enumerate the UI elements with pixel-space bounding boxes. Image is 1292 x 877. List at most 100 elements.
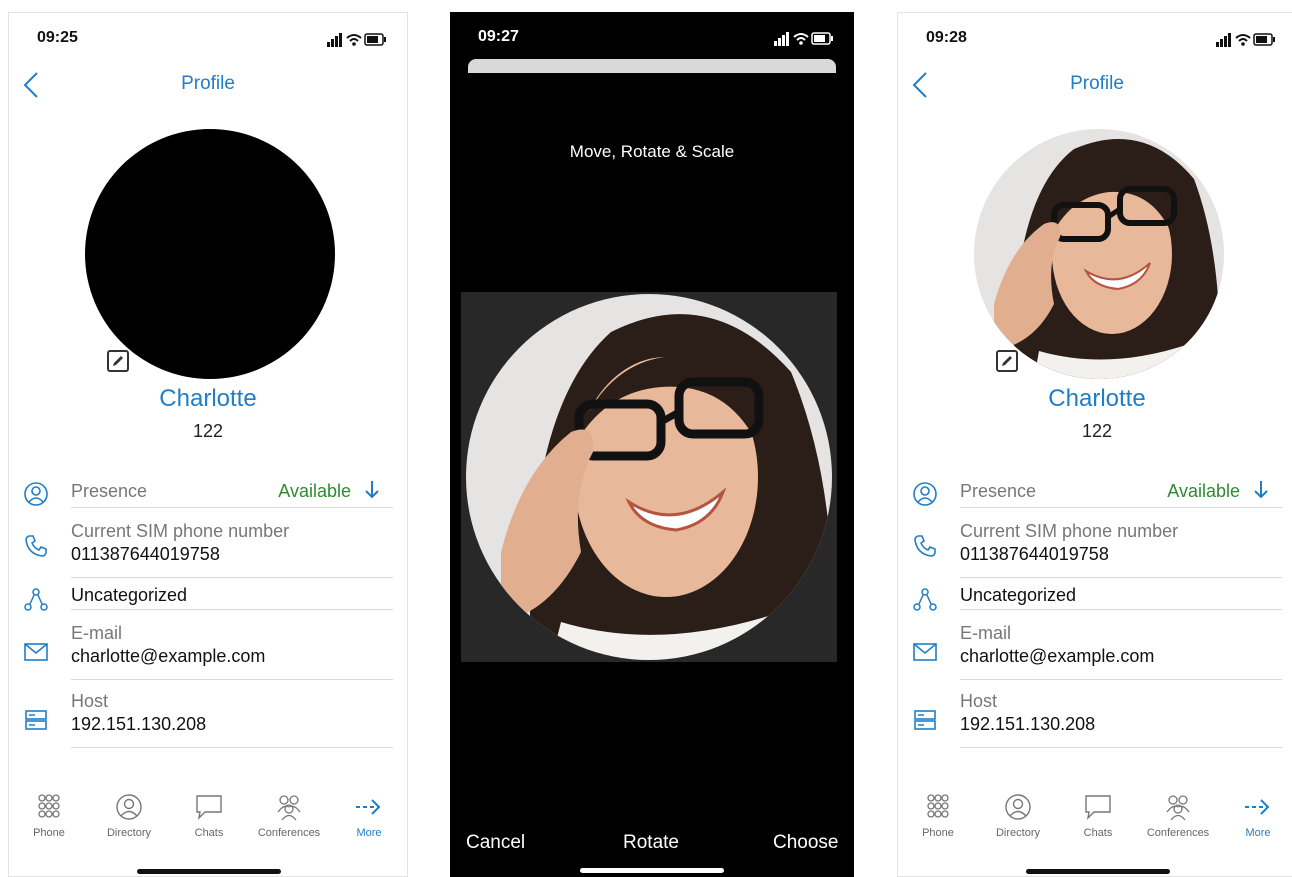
avatar[interactable] (85, 129, 335, 379)
down-arrow-icon[interactable] (1252, 479, 1270, 501)
email-label: E-mail (960, 623, 1012, 643)
tab-label: Directory (995, 827, 1040, 839)
presence-person-icon (24, 482, 48, 506)
tab-label: Conferences (257, 827, 321, 839)
host-label: Host (960, 691, 998, 711)
tab-conferences[interactable]: Conferences (1138, 793, 1218, 839)
category-value: Uncategorized (960, 585, 1077, 605)
conferences-icon (277, 795, 301, 821)
presence-row[interactable]: Presence Available (960, 481, 1282, 508)
status-icons (1216, 33, 1275, 47)
tab-phone[interactable]: Phone (9, 793, 89, 839)
sheet-edge (468, 59, 836, 73)
sim-value: 011387644019758 (71, 544, 220, 564)
tab-label: Chats (1083, 827, 1113, 839)
home-indicator (137, 869, 281, 874)
contact-name: Charlotte (159, 385, 257, 412)
envelope-icon (913, 643, 937, 661)
presence-value: Available (278, 481, 351, 501)
tab-label: Phone (922, 827, 954, 839)
more-arrow-icon (356, 799, 381, 815)
email-label: E-mail (71, 623, 123, 643)
cancel-button[interactable]: Cancel (466, 832, 525, 854)
host-value: 192.151.130.208 (960, 714, 1096, 734)
home-indicator (1026, 869, 1170, 874)
presence-value: Available (1167, 481, 1240, 501)
choose-button[interactable]: Choose (773, 832, 839, 854)
email-row[interactable]: E-mail charlotte@example.com (960, 623, 1282, 680)
crop-area[interactable] (461, 292, 837, 662)
page-title: Profile (1070, 73, 1124, 94)
category-nodes-icon (24, 588, 48, 611)
tab-label: More (356, 827, 382, 839)
nav-bar: Profile (898, 71, 1292, 101)
rotate-button[interactable]: Rotate (623, 832, 679, 854)
sim-label: Current SIM phone number (71, 521, 290, 541)
chat-bubble-icon (196, 795, 222, 821)
crop-photo-screen: 09:27 Move, Rotate & Scale Cancel Rotate… (450, 12, 854, 877)
more-arrow-icon (1245, 799, 1270, 815)
dialpad-icon (927, 794, 949, 818)
tab-more[interactable]: More (329, 793, 407, 839)
tab-label: Chats (194, 827, 224, 839)
host-value: 192.151.130.208 (71, 714, 207, 734)
host-row[interactable]: Host 192.151.130.208 (960, 691, 1282, 748)
sim-number-row[interactable]: Current SIM phone number 011387644019758 (960, 521, 1282, 578)
edit-pencil-icon[interactable] (996, 350, 1018, 372)
host-label: Host (71, 691, 109, 711)
status-time: 09:28 (926, 29, 967, 46)
phone-icon (914, 535, 936, 557)
avatar-photo[interactable] (974, 129, 1224, 379)
presence-row[interactable]: Presence Available (71, 481, 393, 508)
dialpad-icon (38, 794, 60, 818)
photo-crop-preview[interactable] (461, 292, 837, 662)
sim-label: Current SIM phone number (960, 521, 1179, 541)
email-value: charlotte@example.com (71, 646, 266, 666)
tab-chats[interactable]: Chats (169, 793, 249, 839)
tab-label: Phone (33, 827, 65, 839)
server-icon (25, 710, 47, 730)
page-title: Profile (181, 73, 235, 94)
email-value: charlotte@example.com (960, 646, 1155, 666)
tab-directory[interactable]: Directory (89, 793, 169, 839)
tab-conferences[interactable]: Conferences (249, 793, 329, 839)
tab-chats[interactable]: Chats (1058, 793, 1138, 839)
profile-photo (994, 139, 1220, 379)
sim-value: 011387644019758 (960, 544, 1109, 564)
phone-icon (25, 535, 47, 557)
category-row[interactable]: Uncategorized (71, 585, 393, 610)
server-icon (914, 710, 936, 730)
category-nodes-icon (913, 588, 937, 611)
tab-label: More (1245, 827, 1271, 839)
status-icons (327, 33, 386, 47)
down-arrow-icon[interactable] (363, 479, 381, 501)
sim-number-row[interactable]: Current SIM phone number 011387644019758 (71, 521, 393, 578)
tab-bar: Phone Directory Chats Conferences More (898, 793, 1292, 853)
crop-hint: Move, Rotate & Scale (569, 142, 735, 161)
envelope-icon (24, 643, 48, 661)
status-time: 09:27 (478, 28, 519, 45)
chat-bubble-icon (1085, 795, 1111, 821)
profile-screen-empty: 09:25 Profile Charlotte 122 Presence Ava… (8, 12, 408, 877)
status-bar: 09:28 (898, 29, 1292, 53)
nav-bar: Profile (9, 71, 407, 101)
tab-more[interactable]: More (1218, 793, 1292, 839)
extension-number: 122 (192, 421, 224, 441)
tab-directory[interactable]: Directory (978, 793, 1058, 839)
status-icons (774, 32, 833, 46)
category-row[interactable]: Uncategorized (960, 585, 1282, 610)
presence-person-icon (913, 482, 937, 506)
tab-phone[interactable]: Phone (898, 793, 978, 839)
conferences-icon (1166, 795, 1190, 821)
home-indicator (580, 868, 724, 873)
category-value: Uncategorized (71, 585, 188, 605)
contact-name: Charlotte (1048, 385, 1146, 412)
edit-pencil-icon[interactable] (107, 350, 129, 372)
tab-bar: Phone Directory Chats Conferences More (9, 793, 407, 853)
status-bar: 09:25 (9, 29, 407, 53)
extension-number: 122 (1081, 421, 1113, 441)
profile-screen-photo: 09:28 Profile Charlotte 122 Presence Ava… (897, 12, 1292, 877)
tab-label: Conferences (1146, 827, 1210, 839)
email-row[interactable]: E-mail charlotte@example.com (71, 623, 393, 680)
host-row[interactable]: Host 192.151.130.208 (71, 691, 393, 748)
